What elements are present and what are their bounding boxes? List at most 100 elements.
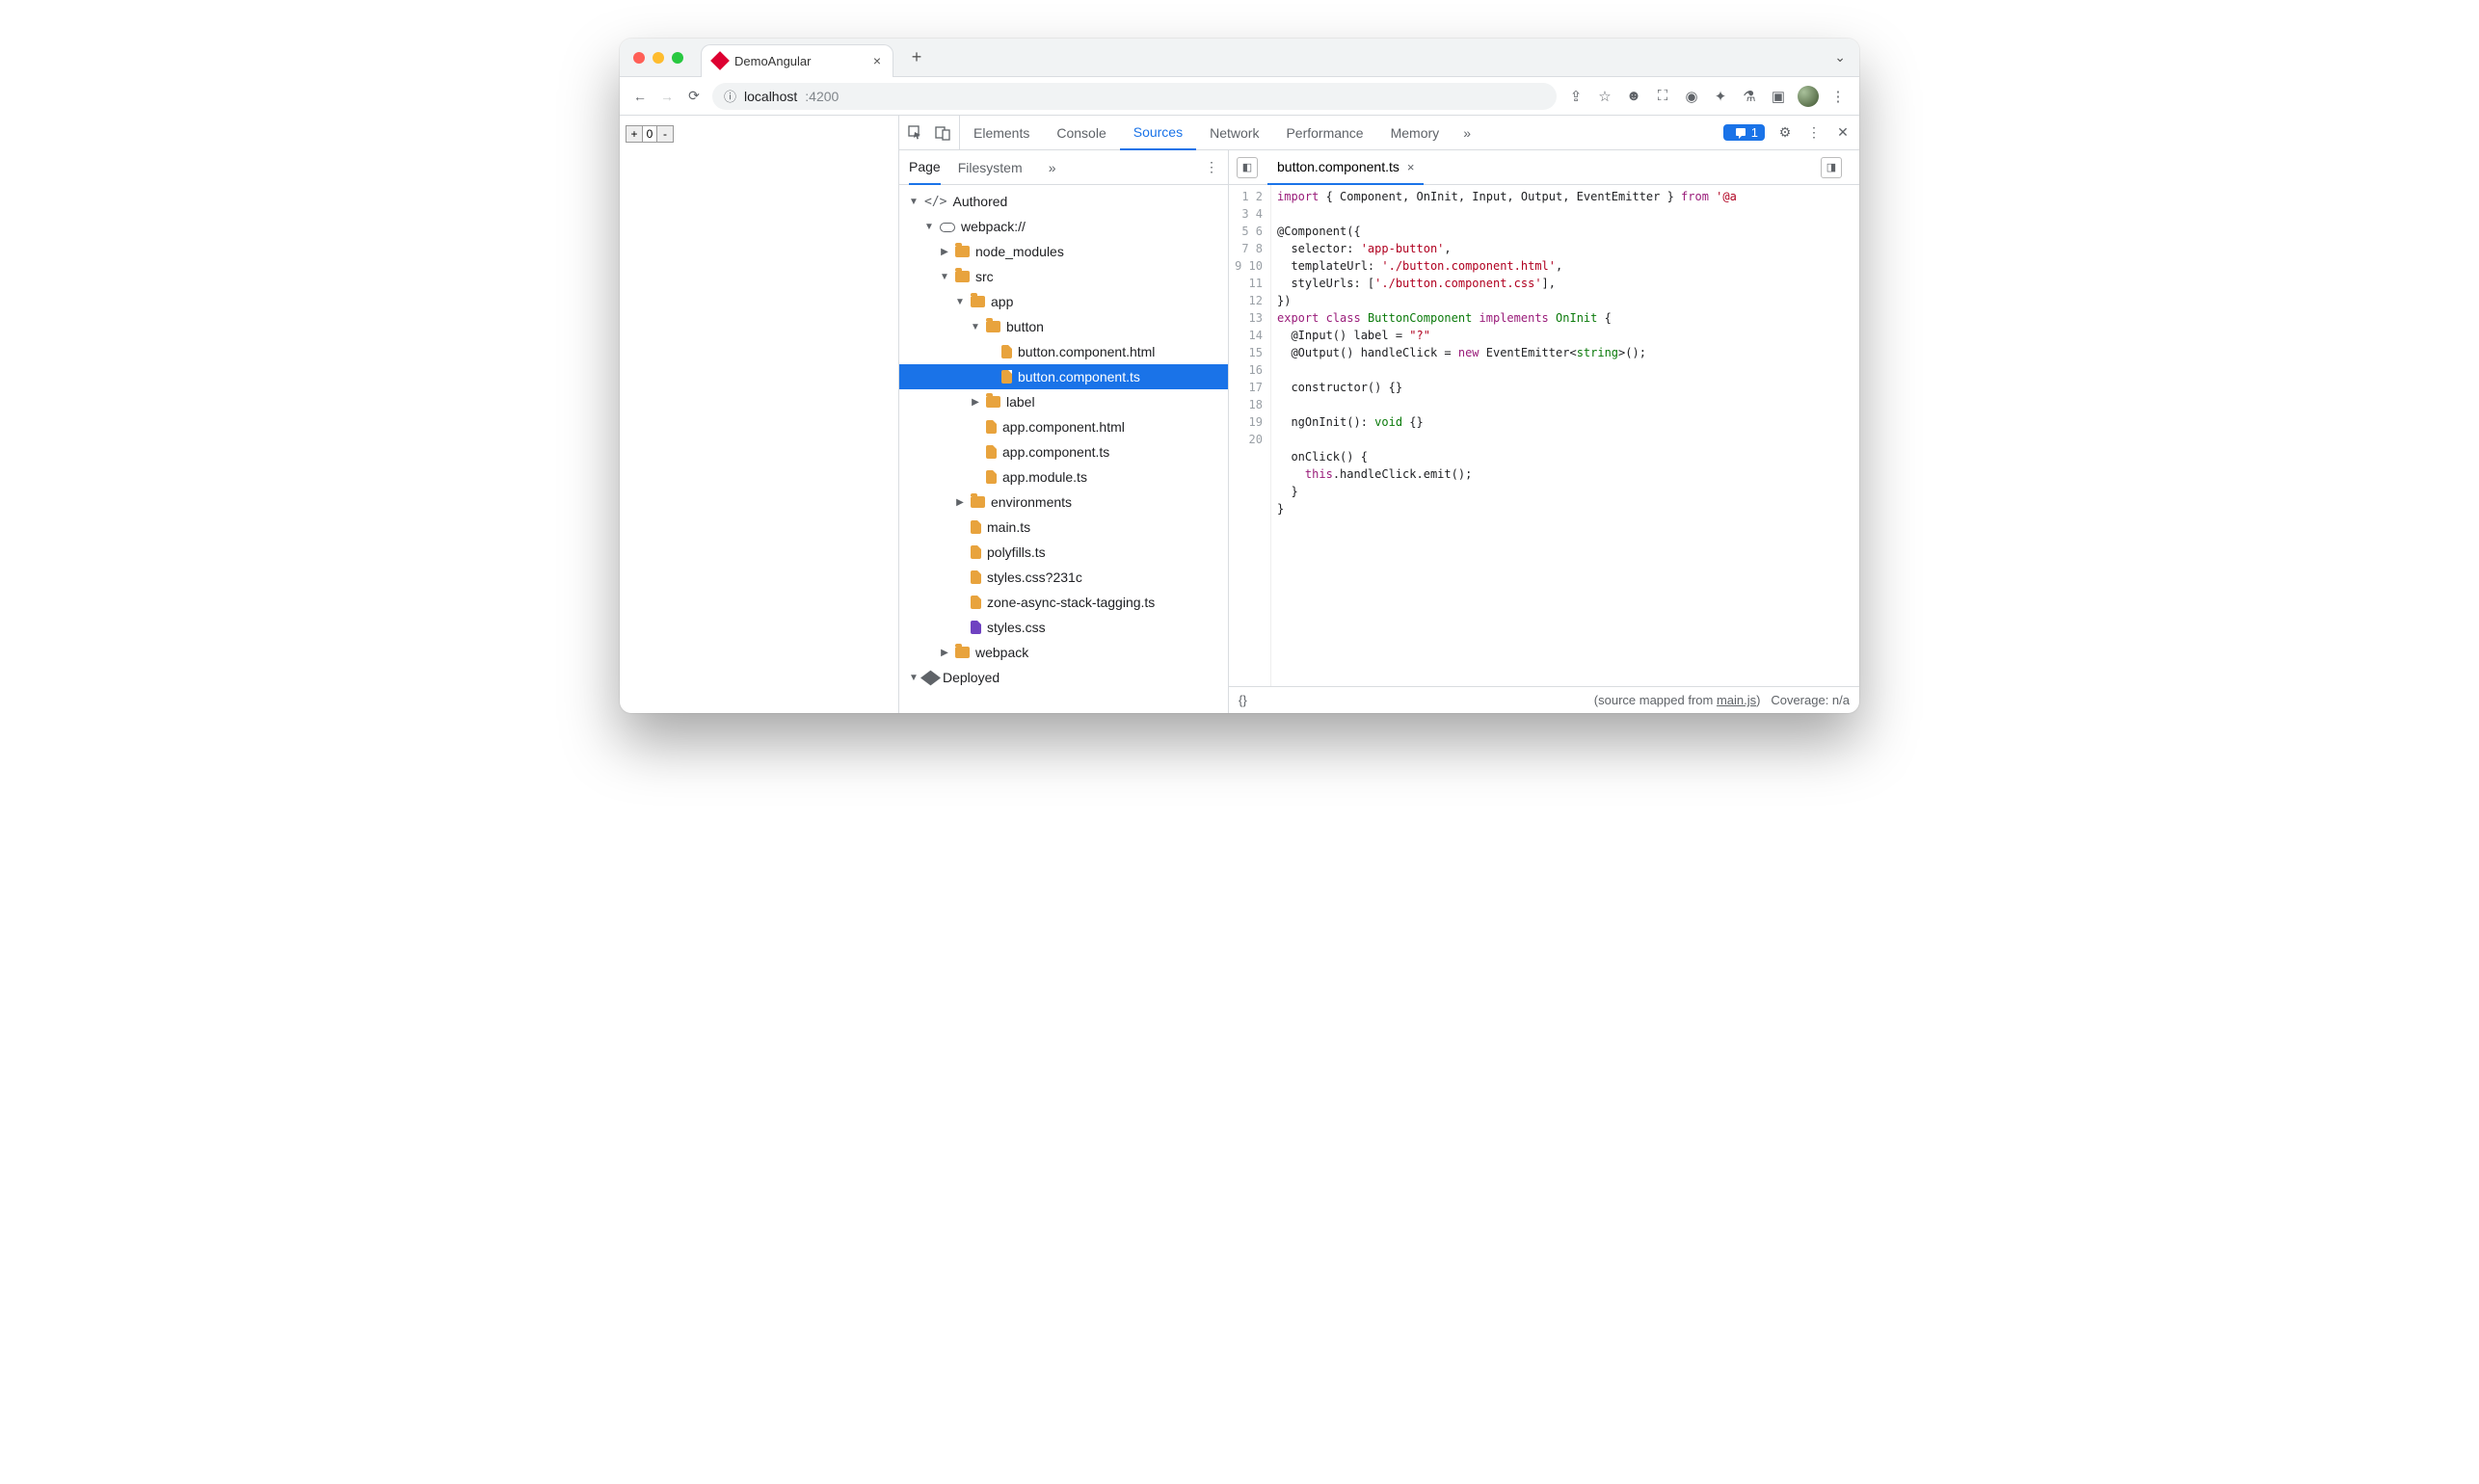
disclosure-icon: ▼ [940, 272, 949, 282]
labs-icon[interactable]: ⚗ [1740, 87, 1759, 106]
tree-node-modules[interactable]: ▶ node_modules [899, 239, 1228, 264]
url-bar: ← → ⟳ ⓘ localhost:4200 ⇪ ☆ ☻ ⛶ ◉ ✦ ⚗ ▣ ⋮ [620, 77, 1859, 116]
back-button[interactable]: ← [631, 89, 649, 104]
folder-icon [955, 246, 970, 257]
authored-icon: </> [924, 195, 946, 209]
sidepanel-icon[interactable]: ▣ [1769, 87, 1788, 106]
url-port: :4200 [805, 89, 839, 104]
tree-webpack-folder[interactable]: ▶ webpack [899, 640, 1228, 665]
reload-button[interactable]: ⟳ [685, 88, 703, 104]
disclosure-icon: ▶ [971, 397, 980, 408]
tree-environments[interactable]: ▶ environments [899, 490, 1228, 515]
file-icon [1001, 370, 1012, 384]
tab-console[interactable]: Console [1043, 116, 1119, 149]
file-icon [986, 470, 997, 484]
disclosure-icon: ▼ [909, 673, 919, 683]
tree-button-component-ts[interactable]: button.component.ts [899, 364, 1228, 389]
tree-app-component-html[interactable]: app.component.html [899, 414, 1228, 439]
tree-styles-hash[interactable]: styles.css?231c [899, 565, 1228, 590]
editor-pane: ◧ button.component.ts × ◨ 1 2 3 4 5 6 7 … [1229, 150, 1859, 713]
profile-avatar[interactable] [1798, 86, 1819, 107]
close-tab-icon[interactable]: × [873, 53, 881, 68]
disclosure-icon: ▼ [924, 222, 934, 232]
code-editor[interactable]: import { Component, OnInit, Input, Outpu… [1271, 185, 1859, 686]
extension-icon-2[interactable]: ⛶ [1653, 87, 1672, 106]
tree-authored[interactable]: ▼ </> Authored [899, 189, 1228, 214]
counter-widget: + 0 - [626, 125, 893, 143]
inspect-element-icon[interactable] [907, 124, 924, 142]
nav-more-icon[interactable]: » [1044, 159, 1061, 176]
window-collapse-icon[interactable]: ⌄ [1834, 49, 1846, 66]
site-info-icon[interactable]: ⓘ [724, 87, 736, 105]
extension-icon-3[interactable]: ◉ [1682, 87, 1701, 106]
file-icon [971, 545, 981, 559]
navigator-menu-icon[interactable]: ⋮ [1205, 159, 1218, 175]
tab-sources[interactable]: Sources [1120, 117, 1196, 150]
editor-tab[interactable]: button.component.ts × [1267, 151, 1424, 185]
folder-icon [955, 271, 970, 282]
tab-memory[interactable]: Memory [1377, 116, 1453, 149]
angular-icon [710, 51, 730, 70]
folder-icon [986, 396, 1000, 408]
browser-tab[interactable]: DemoAngular × [701, 44, 893, 77]
tree-item-label: node_modules [975, 244, 1064, 259]
tree-button-component-html[interactable]: button.component.html [899, 339, 1228, 364]
close-editor-tab-icon[interactable]: × [1407, 160, 1415, 174]
disclosure-icon: ▼ [971, 322, 980, 332]
url-host: localhost [744, 89, 797, 104]
folder-icon [986, 321, 1000, 332]
tree-item-label: app.component.html [1002, 419, 1125, 435]
chrome-menu-icon[interactable]: ⋮ [1828, 87, 1848, 106]
tree-app-module[interactable]: app.module.ts [899, 464, 1228, 490]
tree-item-label: environments [991, 494, 1072, 510]
tab-elements[interactable]: Elements [960, 116, 1043, 149]
toggle-navigator-icon[interactable]: ◧ [1237, 157, 1258, 178]
tree-app[interactable]: ▼ app [899, 289, 1228, 314]
deployed-icon [920, 670, 941, 685]
toggle-debugger-icon[interactable]: ◨ [1821, 157, 1842, 178]
issues-badge[interactable]: 1 [1723, 124, 1765, 141]
nav-tab-page[interactable]: Page [909, 151, 941, 185]
tree-deployed[interactable]: ▼ Deployed [899, 665, 1228, 690]
extension-icon-1[interactable]: ☻ [1624, 87, 1643, 106]
devtools-tabstrip: Elements Console Sources Network Perform… [899, 116, 1859, 150]
extensions-menu-icon[interactable]: ✦ [1711, 87, 1730, 106]
devtools: Elements Console Sources Network Perform… [899, 116, 1859, 713]
tree-main-ts[interactable]: main.ts [899, 515, 1228, 540]
editor-tab-filename: button.component.ts [1277, 159, 1399, 174]
file-icon [971, 520, 981, 534]
tree-item-label: Authored [952, 194, 1007, 209]
minus-button[interactable]: - [656, 125, 674, 143]
maximize-window-icon[interactable] [672, 52, 683, 64]
tab-performance[interactable]: Performance [1272, 116, 1376, 149]
tree-app-component-ts[interactable]: app.component.ts [899, 439, 1228, 464]
close-window-icon[interactable] [633, 52, 645, 64]
address-bar[interactable]: ⓘ localhost :4200 [712, 83, 1557, 110]
nav-tab-filesystem[interactable]: Filesystem [958, 150, 1023, 184]
tree-src[interactable]: ▼ src [899, 264, 1228, 289]
tab-network[interactable]: Network [1196, 116, 1272, 149]
tree-button-folder[interactable]: ▼ button [899, 314, 1228, 339]
more-tabs-icon[interactable]: » [1458, 124, 1476, 142]
tree-item-label: app.component.ts [1002, 444, 1109, 460]
tree-styles-css[interactable]: styles.css [899, 615, 1228, 640]
tree-label-folder[interactable]: ▶ label [899, 389, 1228, 414]
bookmark-icon[interactable]: ☆ [1595, 87, 1614, 106]
minimize-window-icon[interactable] [653, 52, 664, 64]
devtools-menu-icon[interactable]: ⋮ [1805, 124, 1823, 142]
settings-icon[interactable]: ⚙ [1776, 124, 1794, 142]
tree-polyfills[interactable]: polyfills.ts [899, 540, 1228, 565]
plus-button[interactable]: + [626, 125, 643, 143]
pretty-print-icon[interactable]: {} [1239, 693, 1247, 707]
disclosure-icon: ▶ [940, 648, 949, 658]
tree-webpack-origin[interactable]: ▼ webpack:// [899, 214, 1228, 239]
folder-icon [955, 647, 970, 658]
file-icon [986, 445, 997, 459]
tree-zone[interactable]: zone-async-stack-tagging.ts [899, 590, 1228, 615]
navigator-tabs: Page Filesystem » ⋮ [899, 150, 1228, 185]
share-icon[interactable]: ⇪ [1566, 87, 1586, 106]
close-devtools-icon[interactable]: ✕ [1834, 124, 1852, 142]
sourcemap-link[interactable]: main.js [1717, 693, 1756, 707]
device-toolbar-icon[interactable] [934, 124, 951, 142]
new-tab-button[interactable]: + [903, 44, 930, 71]
